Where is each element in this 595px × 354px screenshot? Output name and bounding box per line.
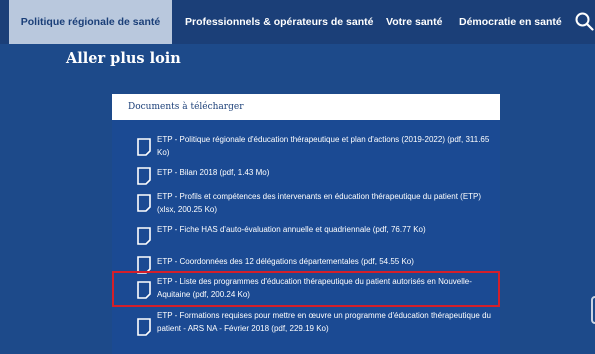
document-icon bbox=[137, 167, 151, 185]
top-navigation: Politique régionale de santé Professionn… bbox=[0, 0, 595, 44]
documents-panel-header: Documents à télécharger bbox=[112, 94, 500, 120]
nav-item-votre-sante[interactable]: Votre santé bbox=[386, 0, 442, 44]
page-heading: Aller plus loin bbox=[66, 50, 181, 67]
document-link-label: ETP - Coordonnées des 12 délégations dép… bbox=[157, 257, 414, 266]
document-icon bbox=[137, 194, 151, 212]
document-icon bbox=[137, 318, 151, 336]
nav-item-democratie[interactable]: Démocratie en santé bbox=[459, 0, 562, 44]
document-link-label: ETP - Formations requises pour mettre en… bbox=[157, 311, 491, 333]
document-link-label: ETP - Fiche HAS d'auto-évaluation annuel… bbox=[157, 225, 426, 234]
document-link-profils[interactable]: ETP - Profils et compétences des interve… bbox=[124, 188, 500, 218]
document-link-liste-programmes[interactable]: ETP - Liste des programmes d'éducation t… bbox=[112, 271, 500, 307]
document-icon bbox=[137, 227, 151, 245]
document-icon bbox=[137, 256, 151, 274]
document-link-politique[interactable]: ETP - Politique régionale d'éducation th… bbox=[124, 132, 500, 162]
search-icon[interactable] bbox=[574, 11, 594, 31]
document-icon bbox=[137, 138, 151, 156]
document-link-coordonnees[interactable]: ETP - Coordonnées des 12 délégations dép… bbox=[124, 253, 500, 275]
documents-panel: Documents à télécharger ETP - Politique … bbox=[112, 94, 500, 354]
nav-item-professionnels[interactable]: Professionnels & opérateurs de santé bbox=[185, 0, 373, 44]
document-link-label: ETP - Liste des programmes d'éducation t… bbox=[157, 277, 472, 299]
document-link-formations[interactable]: ETP - Formations requises pour mettre en… bbox=[124, 308, 500, 352]
document-link-fiche-has[interactable]: ETP - Fiche HAS d'auto-évaluation annuel… bbox=[124, 221, 500, 251]
scroll-handle[interactable] bbox=[591, 296, 595, 324]
documents-panel-title: Documents à télécharger bbox=[128, 102, 244, 112]
document-link-label: ETP - Profils et compétences des interve… bbox=[157, 192, 482, 214]
document-icon bbox=[137, 281, 151, 299]
nav-item-politique-regionale[interactable]: Politique régionale de santé bbox=[9, 0, 172, 44]
document-link-bilan[interactable]: ETP - Bilan 2018 (pdf, 1.43 Mo) bbox=[124, 164, 500, 186]
document-link-label: ETP - Politique régionale d'éducation th… bbox=[157, 135, 490, 157]
document-link-label: ETP - Bilan 2018 (pdf, 1.43 Mo) bbox=[157, 168, 270, 177]
